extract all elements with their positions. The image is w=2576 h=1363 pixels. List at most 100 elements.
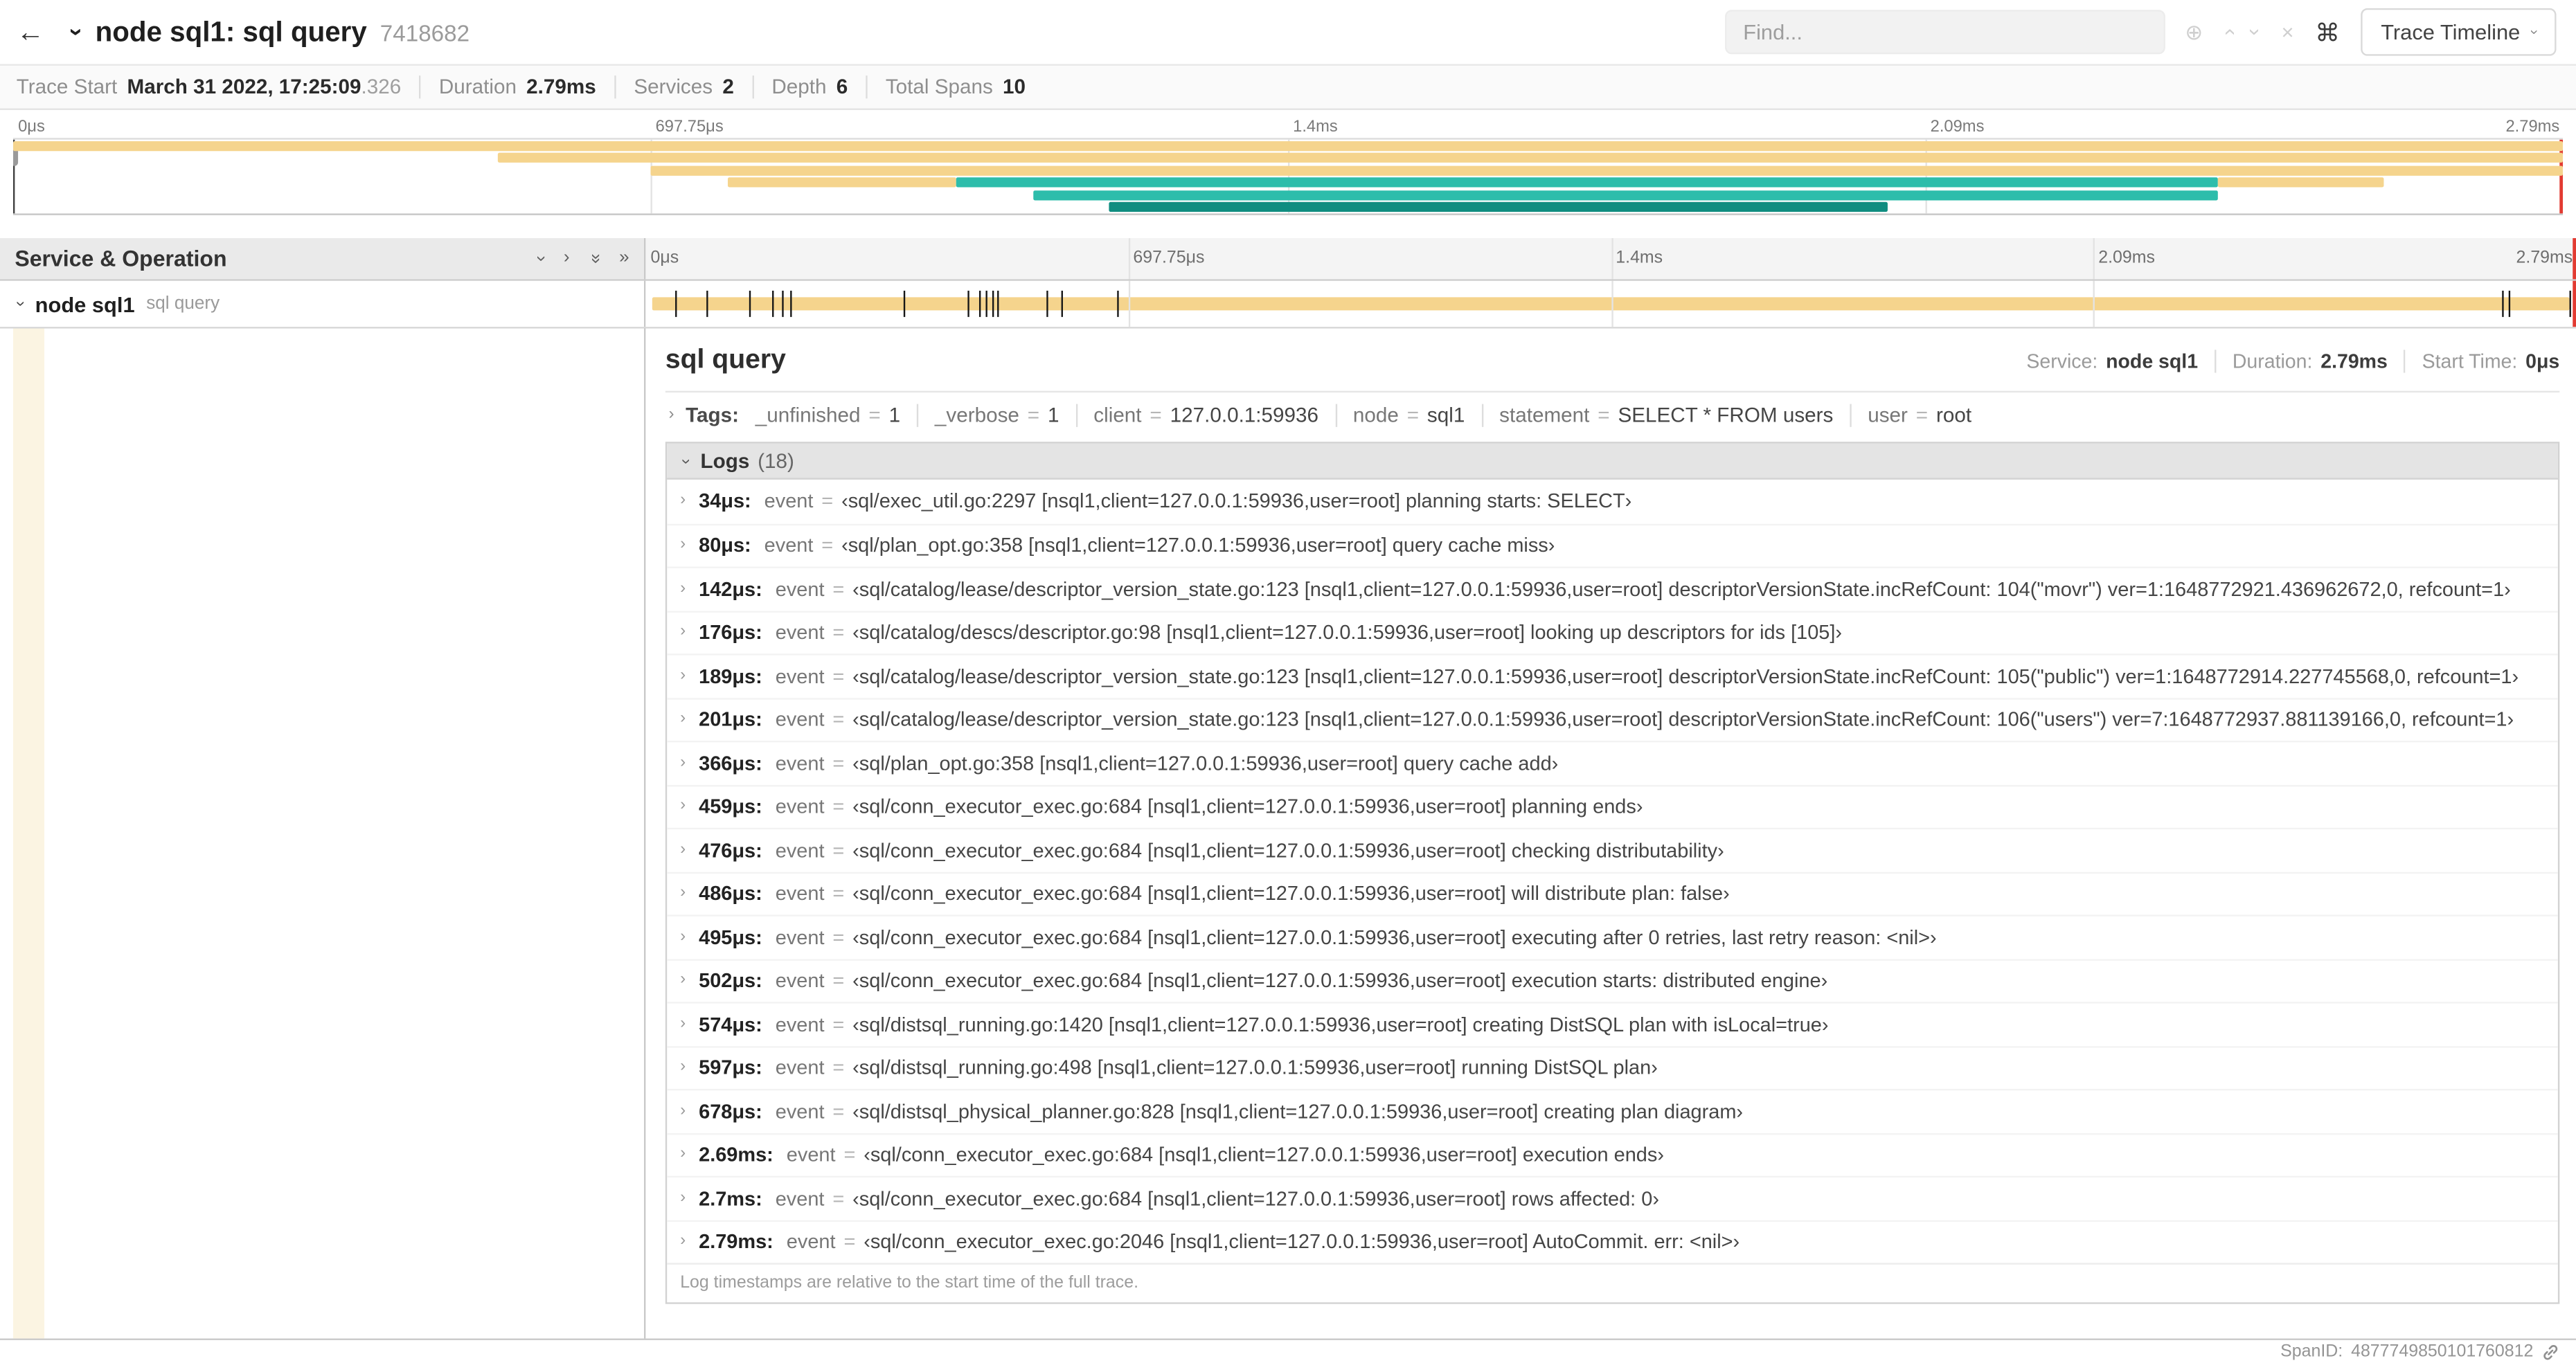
log-expand-icon: › [680,491,686,510]
log-equals: = [843,1143,856,1167]
summary-item-value: 2 [722,75,734,99]
log-row[interactable]: › 486μs: event = ‹sql/conn_executor_exec.go:… [667,871,2558,915]
log-timestamp: 486μs: [699,882,762,905]
collapse-one-icon[interactable]: › [532,255,551,262]
timeline-ruler: 0μs 697.75μs 1.4ms 2.09ms 2.79ms [645,238,2576,280]
span-bar-row[interactable] [645,280,2576,327]
prev-match-icon[interactable]: › [2216,28,2241,35]
log-equals: = [832,621,845,644]
timeline-header-row: Service & Operation › › » » 0μs 697.75μs 1… [0,238,2576,281]
timeline-gridline [2093,238,2095,280]
collapse-trace-icon[interactable]: › [62,28,90,36]
span-log-tick [978,290,981,317]
log-timestamp: 366μs: [699,751,762,775]
log-timestamp: 597μs: [699,1056,762,1080]
log-row[interactable]: › 2.7ms: event = ‹sql/conn_executor_exec.go:… [667,1175,2558,1220]
log-row[interactable]: › 176μs: event = ‹sql/catalog/descs/descript… [667,610,2558,653]
log-field-key: event [775,1013,825,1036]
span-log-tick [2570,290,2572,317]
log-equals: = [832,577,845,601]
log-row[interactable]: › 201μs: event = ‹sql/catalog/lease/descript… [667,697,2558,741]
log-field-value: ‹sql/conn_executor_exec.go:684 [nsql1,cl… [864,1143,1664,1167]
view-selector-button[interactable]: Trace Timeline › [2361,8,2557,56]
find-input[interactable] [1725,10,2165,55]
logs-count: (18) [758,449,794,473]
expand-one-icon[interactable]: › [564,249,570,268]
log-field-key: event [775,751,825,775]
log-equals: = [832,926,845,949]
meta-start-label: Start Time: [2422,350,2518,373]
log-row[interactable]: › 142μs: event = ‹sql/catalog/lease/descript… [667,566,2558,610]
keyboard-shortcuts-button[interactable]: ⌘ [2315,17,2340,46]
span-tree-gutter [0,328,646,1339]
log-row[interactable]: › 2.79ms: event = ‹sql/conn_executor_exec.go… [667,1219,2558,1263]
tag-value: SELECT * FROM users [1618,404,1834,427]
log-equals: = [821,534,834,557]
back-button[interactable]: ← [17,16,60,48]
span-log-tick [674,290,677,317]
log-row[interactable]: › 574μs: event = ‹sql/distsql_running.go:142… [667,1002,2558,1045]
log-expand-icon: › [680,753,686,772]
log-field-key: event [775,1056,825,1080]
meta-service-value: node sql1 [2106,350,2199,373]
clear-search-icon[interactable]: × [2281,19,2293,44]
minimap-span [956,177,2219,188]
summary-item-label: Trace Start [16,75,118,99]
summary-item-label: Duration [438,75,517,99]
tag-key: node [1352,404,1399,427]
tree-controls: › › » » [532,249,629,268]
tag-item: _verbose = 1 [916,404,1059,427]
span-indent-guide [12,328,45,1339]
meta-duration-label: Duration: [2232,350,2313,373]
expand-all-icon[interactable]: » [619,249,629,268]
log-field-value: ‹sql/catalog/lease/descriptor_version_st… [852,665,2519,688]
tags-row[interactable]: › Tags: _unfinished = 1 _verbose = 1 client = 12… [665,392,2559,438]
log-field-value: ‹sql/conn_executor_exec.go:684 [nsql1,cl… [852,1186,1659,1210]
log-row[interactable]: › 495μs: event = ‹sql/conn_executor_exec.go:… [667,914,2558,958]
tags-label: Tags: [686,404,740,427]
minimap-canvas[interactable] [12,138,2564,215]
minimap-span [12,141,2564,152]
log-row[interactable]: › 502μs: event = ‹sql/conn_executor_exec.go:… [667,958,2558,1002]
span-log-tick [985,290,987,317]
link-icon[interactable] [2541,1342,2559,1360]
logs-header[interactable]: › Logs (18) [667,443,2558,480]
summary-item-value: 10 [1003,75,1026,99]
span-log-tick [781,290,783,317]
collapse-span-icon[interactable]: › [11,301,29,307]
minimap-span [2218,177,2385,188]
log-row[interactable]: › 476μs: event = ‹sql/conn_executor_exec.go:… [667,827,2558,872]
zoom-icon[interactable]: ⊕ [2185,19,2203,45]
collapse-all-icon[interactable]: » [585,253,605,264]
log-field-key: event [764,489,814,513]
log-row[interactable]: › 2.69ms: event = ‹sql/conn_executor_exec.go… [667,1132,2558,1176]
log-row[interactable]: › 80μs: event = ‹sql/plan_opt.go:358 [nsql1,… [667,523,2558,567]
log-row[interactable]: › 678μs: event = ‹sql/distsql_physical_plann… [667,1088,2558,1132]
log-timestamp: 142μs: [699,577,762,601]
log-timestamp: 2.69ms: [699,1143,773,1167]
span-service-name: node sql1 [35,291,135,316]
span-log-tick [749,290,751,317]
log-expand-icon: › [680,1101,686,1120]
log-expand-icon: › [680,710,686,728]
view-selector-label: Trace Timeline [2381,19,2521,45]
tag-key: statement [1499,404,1590,427]
tags-list: _unfinished = 1 _verbose = 1 client = 127.0.0.1:… [755,404,1971,427]
log-row[interactable]: › 597μs: event = ‹sql/distsql_running.go:498… [667,1045,2558,1089]
tag-equals: = [1150,404,1162,427]
next-match-icon[interactable]: › [2244,28,2269,35]
log-field-key: event [775,665,825,688]
span-tree-row[interactable]: › node sql1 sql query [0,280,646,327]
minimap-tick-label: 1.4ms [1293,118,1338,136]
log-row[interactable]: › 189μs: event = ‹sql/catalog/lease/descript… [667,653,2558,697]
log-expand-icon: › [680,1145,686,1164]
log-expand-icon: › [680,797,686,815]
log-row[interactable]: › 34μs: event = ‹sql/exec_util.go:2297 [nsql… [667,480,2558,523]
minimap-tick-label: 0μs [18,118,45,136]
log-equals: = [832,1013,845,1036]
tag-key: user [1868,404,1908,427]
log-row[interactable]: › 459μs: event = ‹sql/conn_executor_exec.go:… [667,784,2558,828]
log-field-value: ‹sql/catalog/lease/descriptor_version_st… [852,577,2511,601]
log-field-value: ‹sql/distsql_physical_planner.go:828 [ns… [852,1099,1744,1123]
log-row[interactable]: › 366μs: event = ‹sql/plan_opt.go:358 [nsql1… [667,740,2558,784]
